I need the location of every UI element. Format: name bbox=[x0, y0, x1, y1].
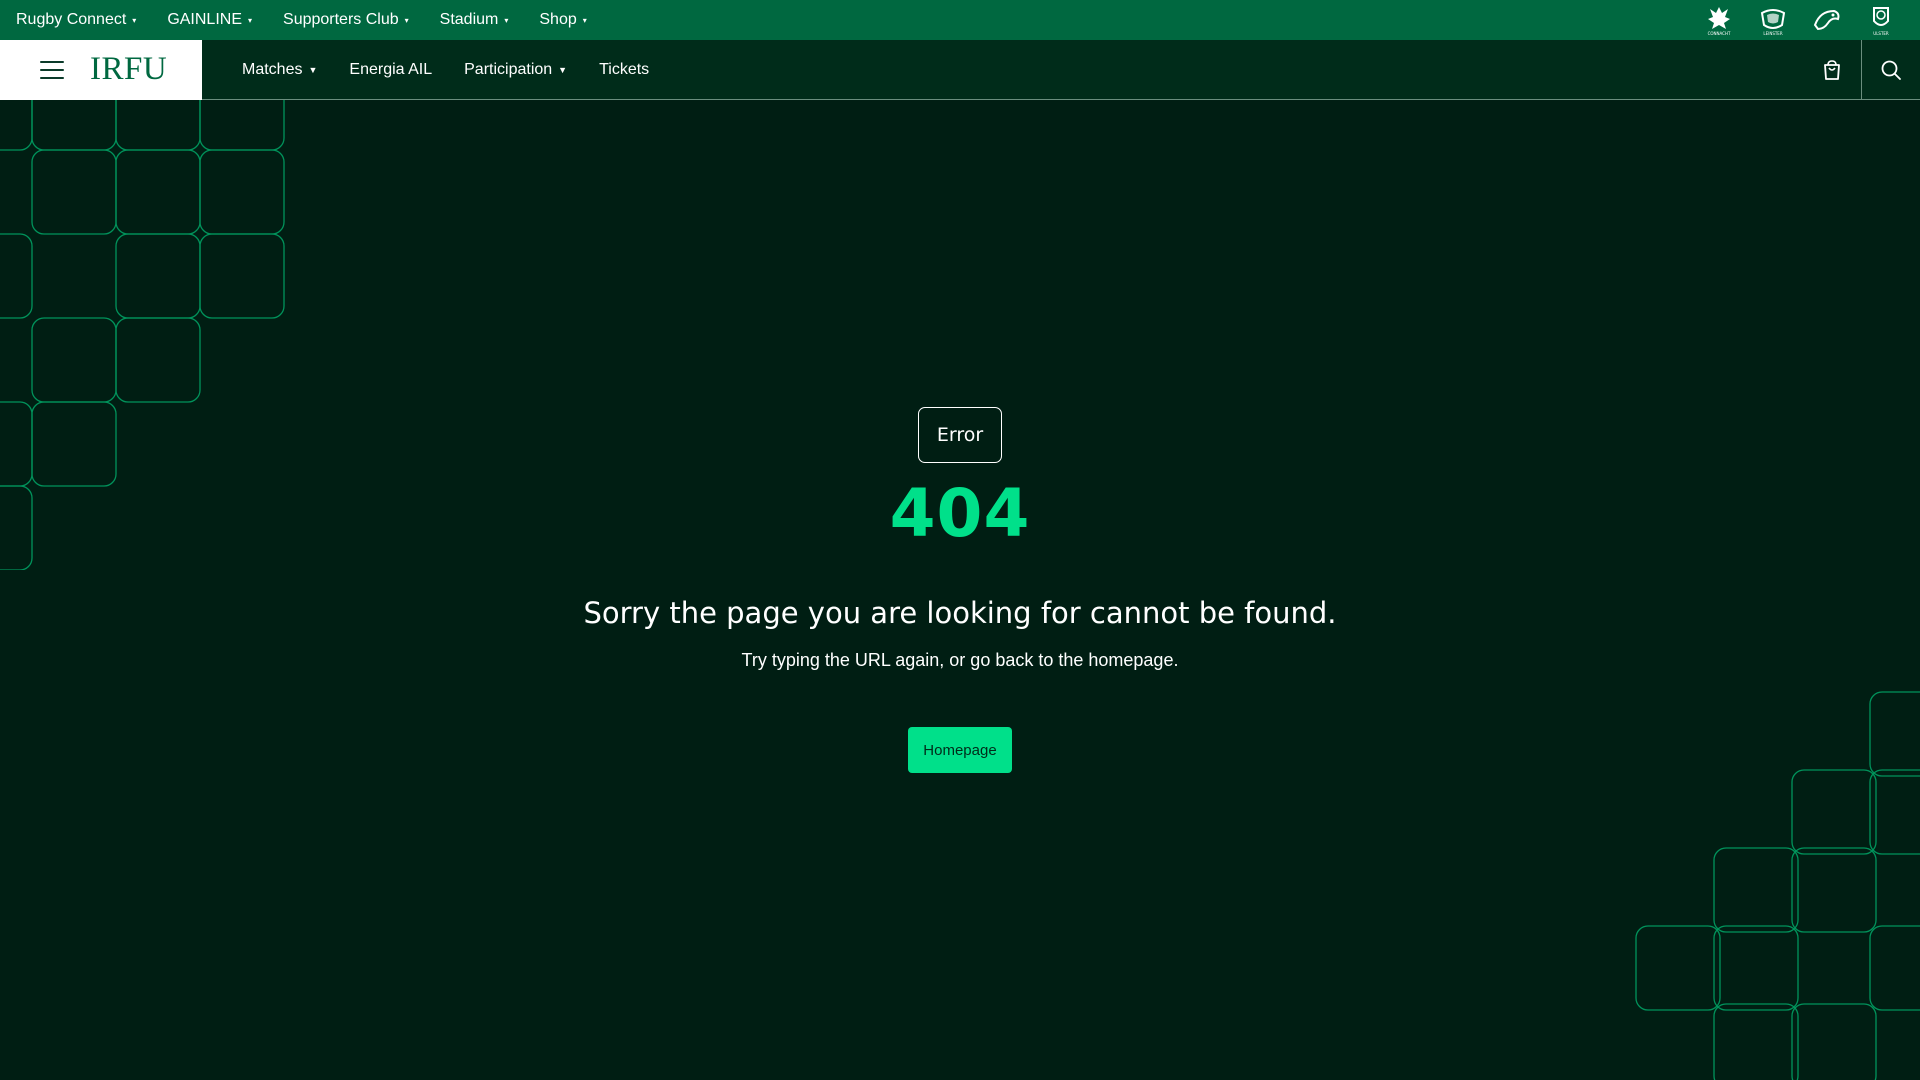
utility-bar: Rugby Connect ▾ GAINLINE ▾ Supporters Cl… bbox=[0, 0, 1920, 40]
navbar-actions bbox=[1802, 39, 1920, 100]
search-icon bbox=[1881, 60, 1901, 80]
primary-nav: Matches ▼ Energia AIL Participation ▼ Ti… bbox=[242, 61, 681, 79]
error-content: Error 404 Sorry the page you are looking… bbox=[0, 100, 1920, 1080]
utility-nav: Rugby Connect ▾ GAINLINE ▾ Supporters Cl… bbox=[0, 11, 618, 29]
irfu-logo[interactable]: IRFU bbox=[90, 51, 167, 88]
caret-down-icon: ▾ bbox=[132, 16, 137, 25]
nav-item-energia-ail[interactable]: Energia AIL bbox=[349, 61, 432, 79]
utility-item-rugby-connect[interactable]: Rugby Connect ▾ bbox=[16, 11, 136, 29]
error-heading: Sorry the page you are looking for canno… bbox=[583, 596, 1337, 630]
search-button[interactable] bbox=[1861, 39, 1920, 100]
svg-text:ULSTER: ULSTER bbox=[1873, 31, 1889, 36]
ulster-logo[interactable]: ULSTER bbox=[1864, 3, 1898, 37]
homepage-button[interactable]: Homepage bbox=[908, 727, 1012, 773]
utility-item-gainline[interactable]: GAINLINE ▾ bbox=[167, 11, 252, 29]
utility-item-shop[interactable]: Shop ▾ bbox=[539, 11, 586, 29]
leinster-logo[interactable]: LEINSTER bbox=[1756, 3, 1790, 37]
brand-box: IRFU bbox=[0, 39, 202, 100]
svg-text:LEINSTER: LEINSTER bbox=[1763, 31, 1782, 36]
province-logos: CONNACHT LEINSTER ULSTER bbox=[1702, 3, 1920, 37]
caret-down-icon: ▾ bbox=[504, 16, 509, 25]
caret-down-icon: ▾ bbox=[248, 16, 253, 25]
utility-item-supporters-club[interactable]: Supporters Club ▾ bbox=[283, 11, 409, 29]
nav-item-tickets[interactable]: Tickets bbox=[599, 61, 649, 79]
utility-item-stadium[interactable]: Stadium ▾ bbox=[440, 11, 509, 29]
error-subtext: Try typing the URL again, or go back to … bbox=[741, 650, 1179, 670]
error-badge: Error bbox=[918, 407, 1002, 463]
caret-down-icon: ▼ bbox=[308, 64, 318, 75]
error-code: 404 bbox=[889, 475, 1031, 552]
main-navbar: IRFU Matches ▼ Energia AIL Participation… bbox=[0, 39, 1920, 100]
caret-down-icon: ▼ bbox=[558, 64, 568, 75]
connacht-logo[interactable]: CONNACHT bbox=[1702, 3, 1736, 37]
cart-button[interactable] bbox=[1802, 40, 1861, 100]
munster-logo[interactable] bbox=[1810, 3, 1844, 37]
hamburger-icon[interactable] bbox=[40, 60, 64, 79]
shopping-bag-icon bbox=[1823, 59, 1840, 80]
nav-item-matches[interactable]: Matches ▼ bbox=[242, 61, 317, 79]
caret-down-icon: ▾ bbox=[404, 16, 409, 25]
caret-down-icon: ▾ bbox=[582, 16, 587, 25]
nav-item-participation[interactable]: Participation ▼ bbox=[464, 61, 567, 79]
svg-text:CONNACHT: CONNACHT bbox=[1708, 31, 1731, 36]
